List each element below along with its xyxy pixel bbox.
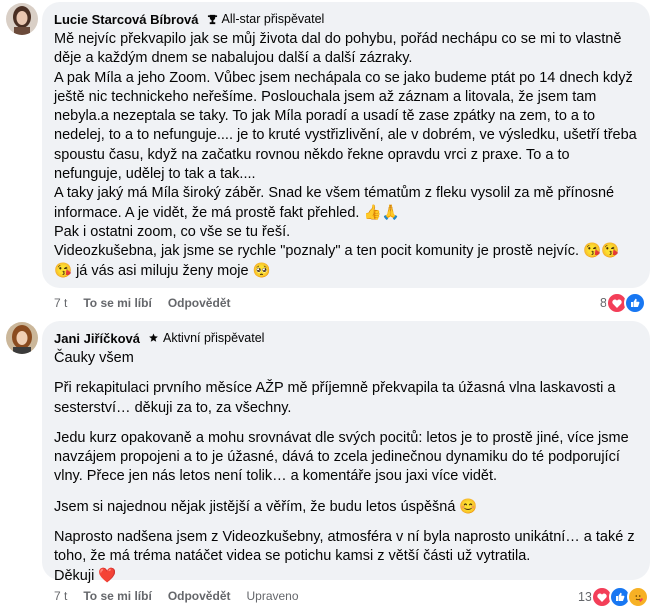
comment-paragraph: Děkuji ❤️ — [54, 567, 117, 584]
comment-author[interactable]: Jani Jiříčková — [54, 331, 140, 346]
trophy-icon — [207, 14, 217, 24]
comment-paragraph: Jsem si najednou nějak jistější a věřím,… — [54, 498, 478, 515]
comment-paragraph: Jedu kurz opakovaně a mohu srovnávat dle… — [54, 429, 629, 485]
comment-paragraph: Pak i ostatni zoom, co vše se tu řeší. — [54, 223, 291, 240]
avatar[interactable] — [6, 322, 38, 354]
avatar[interactable] — [6, 3, 38, 35]
comment-time[interactable]: 7 t — [54, 296, 67, 310]
comment-paragraph: Při rekapitulaci prvního měsíce AŽP mě p… — [54, 380, 616, 416]
comment-paragraph: Mě nejvíc překvapilo jak se můj života d… — [54, 31, 622, 67]
comment-paragraph: A taky jaký má Míla široký záběr. Snad k… — [54, 185, 615, 221]
active-contributor-badge: Aktivní přispěvatel — [148, 331, 264, 345]
comment-bubble: Jani Jiříčková Aktivní přispěvatel Čauky… — [42, 321, 650, 584]
reply-button[interactable]: Odpovědět — [168, 589, 231, 603]
like-button[interactable]: To se mi líbí — [83, 589, 151, 603]
reaction-summary[interactable]: 13 — [578, 586, 649, 608]
star-icon — [149, 332, 158, 342]
reaction-summary[interactable]: 8 — [600, 292, 646, 314]
badge-label: Aktivní přispěvatel — [163, 331, 265, 345]
comment-paragraph: Čauky všem — [54, 350, 134, 366]
comment-paragraph: Videozkušebna, jak jsme se rychle "pozna… — [54, 243, 620, 279]
comment-author[interactable]: Lucie Starcová Bíbrová — [54, 12, 199, 27]
reaction-count: 13 — [578, 590, 592, 604]
comment-actions: 7 t To se mi líbí Odpovědět — [54, 296, 246, 310]
edited-label[interactable]: Upraveno — [246, 589, 298, 603]
comment-paragraph: A pak Míla a jeho Zoom. Vůbec jsem nechá… — [54, 69, 637, 183]
like-button[interactable]: To se mi líbí — [83, 296, 151, 310]
all-star-badge: All-star přispěvatel — [207, 12, 325, 26]
comment-paragraph: Naprosto nadšena jsem z Videozkušebny, a… — [54, 529, 635, 565]
comment-bubble: Lucie Starcová Bíbrová All-star přispěva… — [42, 2, 650, 288]
comment-text: Čauky všem Při rekapitulaci prvního měsí… — [54, 349, 638, 586]
like-reaction-icon — [623, 292, 646, 314]
care-reaction-icon — [626, 586, 649, 608]
comment-time[interactable]: 7 t — [54, 589, 67, 603]
badge-label: All-star přispěvatel — [221, 12, 325, 26]
reply-button[interactable]: Odpovědět — [168, 296, 231, 310]
comment-actions: 7 t To se mi líbí Odpovědět Upraveno — [54, 589, 315, 603]
comment-text: Mě nejvíc překvapilo jak se můj života d… — [54, 30, 638, 281]
